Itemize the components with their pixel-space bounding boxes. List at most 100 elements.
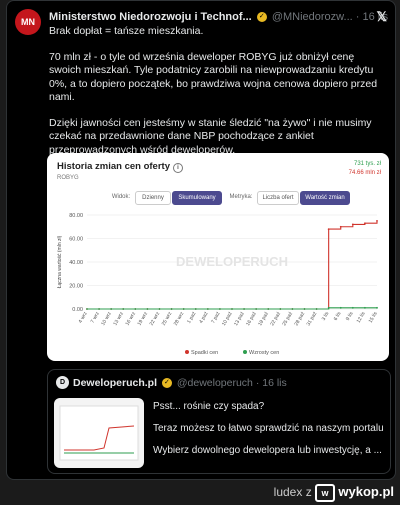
y-axis-label: Łączna wartość (mln zł) — [57, 235, 63, 288]
x-tick-label: 28 wrz — [173, 311, 186, 327]
quote-handle[interactable]: @deweloperuch — [177, 377, 253, 389]
x-tick-label: 16 paź — [245, 311, 258, 327]
x-tick-label: 13 wrz — [112, 311, 125, 327]
data-point — [182, 308, 185, 310]
change-value-button[interactable]: Wartość zmian — [300, 191, 350, 205]
data-point — [267, 308, 270, 310]
x-logo-icon: 𝕏 — [376, 9, 387, 24]
data-point — [303, 308, 306, 310]
quote-line: Wybierz dowolnego dewelopera lub inwesty… — [153, 445, 382, 456]
x-tick-label: 19 paź — [257, 311, 270, 327]
x-tick-label: 1 paź — [186, 311, 198, 325]
data-point — [170, 308, 173, 310]
x-tick-label: 19 wrz — [137, 311, 150, 327]
data-point — [364, 222, 366, 225]
summary-decrease: 74.66 mln zł — [348, 170, 381, 176]
metric-label: Metryka: — [229, 194, 253, 200]
x-tick-label: 25 wrz — [161, 311, 174, 327]
offer-count-button[interactable]: Liczba ofert — [257, 191, 299, 205]
quote-line: Teraz możesz to łatwo sprawdzić na naszy… — [153, 423, 383, 434]
x-tick-label: 6 lis — [333, 311, 343, 322]
data-point — [158, 308, 161, 310]
y-tick-label: 20.00 — [69, 284, 83, 290]
x-tick-label: 7 wrz — [90, 311, 101, 325]
daily-button[interactable]: Dzienny — [135, 191, 171, 205]
data-point — [315, 308, 318, 310]
tweet-text: Brak dopłat = tańsze mieszkania. 70 mln … — [49, 25, 387, 169]
data-point — [219, 308, 221, 310]
y-tick-label: 40.00 — [69, 260, 83, 266]
wykop-site[interactable]: wykop.pl — [338, 484, 394, 499]
y-tick-label: 0.00 — [72, 307, 83, 313]
chart-image[interactable]: Historia zmian cen oferty i ROBYG 731 tys… — [47, 153, 389, 361]
data-point — [231, 308, 233, 310]
author-avatar[interactable]: MN — [15, 9, 41, 35]
quote-verified-icon: ✓ — [161, 378, 172, 389]
data-point — [339, 225, 342, 228]
wykop-logo-icon: w — [315, 484, 336, 502]
thumbnail-chart-icon — [59, 405, 139, 461]
data-point — [376, 219, 378, 222]
y-tick-label: 80.00 — [69, 213, 83, 219]
x-tick-label: 4 paź — [198, 311, 210, 325]
x-tick-label: 7 paź — [210, 311, 222, 325]
data-point — [206, 308, 209, 310]
chart-subtitle: ROBYG — [57, 175, 79, 181]
data-point — [134, 308, 137, 310]
x-tick-label: 28 paź — [294, 311, 307, 327]
data-point — [146, 308, 149, 310]
verified-badge-icon: ✓ — [256, 12, 267, 23]
data-point — [98, 308, 100, 310]
quote-line: Psst... rośnie czy spada? — [153, 401, 265, 412]
data-point — [364, 306, 366, 309]
watermark: DEWELOPERUCH — [176, 254, 288, 269]
data-point — [327, 228, 330, 230]
data-point — [291, 308, 294, 310]
data-point — [351, 223, 354, 226]
x-tick-label: 22 paź — [269, 311, 282, 327]
x-tick-label: 10 paź — [221, 311, 234, 327]
x-tick-label: 12 lis — [356, 311, 367, 325]
footer-from: z — [305, 485, 312, 500]
chart-title: Historia zmian cen oferty i — [57, 161, 183, 173]
tweet-header: Ministerstwo Niedorozwoju i Technof... ✓… — [49, 11, 389, 23]
cumulative-button[interactable]: Skumulowany — [172, 191, 222, 205]
legend-label: Spadki cen — [191, 350, 218, 356]
x-tick-label: 10 wrz — [100, 311, 113, 327]
x-tick-label: 22 wrz — [149, 311, 162, 327]
data-point — [110, 308, 113, 310]
wykop-footer: ludex z w wykop.pl — [274, 484, 394, 502]
quote-thumbnail[interactable] — [54, 398, 144, 468]
data-point — [86, 308, 88, 310]
quote-time[interactable]: 16 lis — [262, 377, 287, 389]
y-tick-label: 60.00 — [69, 237, 83, 243]
data-point — [339, 306, 342, 309]
quote-avatar[interactable]: D — [56, 376, 69, 389]
author-handle[interactable]: @MNiedorozw... — [272, 11, 353, 23]
x-tick-label: 13 paź — [233, 311, 246, 327]
author-name[interactable]: Ministerstwo Niedorozwoju i Technof... — [49, 11, 252, 23]
data-point — [122, 308, 125, 310]
view-label: Widok: — [111, 194, 131, 200]
tweet[interactable]: MN Ministerstwo Niedorozwoju i Technof..… — [6, 0, 396, 480]
quote-text: Psst... rośnie czy spada? Teraz możesz t… — [153, 400, 383, 466]
data-point — [376, 306, 378, 309]
tweet-paragraph: Dzięki jawności cen jesteśmy w stanie śl… — [49, 116, 372, 156]
legend-label: Wzrosty cen — [249, 350, 279, 356]
x-tick-label: 15 lis — [368, 311, 379, 325]
chart-summary: 731 tys. zł 74.66 mln zł — [349, 160, 381, 178]
summary-increase: 731 tys. zł — [353, 161, 381, 167]
quote-header: Deweloperuch.pl ✓ @deweloperuch · 16 lis — [73, 377, 287, 389]
data-point — [243, 308, 245, 310]
info-icon: i — [172, 163, 183, 173]
x-tick-label: 31 paź — [306, 311, 319, 327]
legend-marker — [243, 350, 247, 354]
data-point — [194, 308, 197, 310]
tweet-paragraph: Brak dopłat = tańsze mieszkania. — [49, 25, 204, 37]
line-chart: 0.00 20.00 40.00 60.00 80.00 Łączna wartość (… — [57, 213, 379, 356]
quote-author[interactable]: Deweloperuch.pl — [73, 377, 157, 389]
data-point — [327, 306, 330, 309]
uploader-name[interactable]: ludex — [274, 485, 303, 499]
quoted-tweet[interactable]: D Deweloperuch.pl ✓ @deweloperuch · 16 l… — [47, 369, 391, 474]
x-tick-label: 25 paź — [281, 311, 294, 327]
